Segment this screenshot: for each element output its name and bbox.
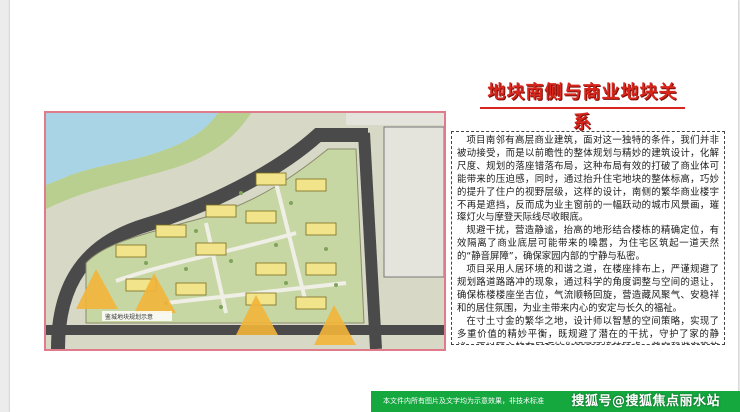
description-paragraph: 规避干扰，营造静谧，抬高的地形结合楼栋的精确定位，有效隔离了商业底层可能带来的噪… <box>457 225 719 263</box>
description-paragraph: 在寸土寸金的繁华之地，设计师以智慧的空间策略，实现了多重价值的精妙平衡，既规避了… <box>457 315 719 344</box>
site-plan-image: 鉴城地块规划示意 <box>44 111 446 351</box>
site-plan-drawing: 鉴城地块规划示意 <box>46 113 444 349</box>
footer-notice: 本文件内所有图片及文字均为示意效果，非技术标准 <box>383 397 544 405</box>
title-underline <box>480 107 685 109</box>
description-textbox: 项目南邻有高层商业建筑，面对这一独特的条件，我们并非被动接受，而是以前瞻性的整体… <box>451 131 725 345</box>
watermark: 搜狐号@搜狐焦点丽水站 <box>571 394 720 409</box>
slide: 地块南侧与商业地块关系 鉴城地块规划示意 项目南邻有高层商业建筑，面对这一独特的… <box>10 0 740 412</box>
plan-caption: 鉴城地块规划示意 <box>105 313 153 321</box>
description-paragraph: 项目采用人居环境的和谐之道，在楼座排布上，严谨规避了规划路道路路冲的现象，通过科… <box>457 264 719 314</box>
description-paragraph: 项目南邻有高层商业建筑，面对这一独特的条件，我们并非被动接受，而是以前瞻性的整体… <box>457 135 719 224</box>
slide-title: 地块南侧与商业地块关系 <box>487 82 678 133</box>
